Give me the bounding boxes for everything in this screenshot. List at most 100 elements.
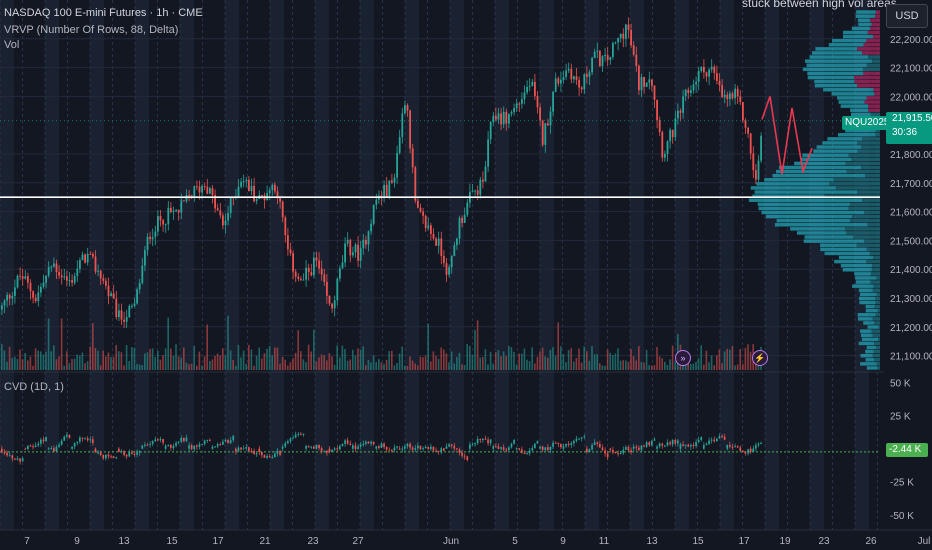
candle-body: [731, 93, 734, 99]
volume-bar: [630, 349, 632, 370]
overlay-drawings[interactable]: [0, 96, 880, 198]
symbol-title[interactable]: NASDAQ 100 E-mini Futures · 1h · CME: [4, 7, 203, 19]
volume-bar: [619, 360, 622, 370]
cvd-body: [695, 441, 697, 447]
profile-row-down: [835, 186, 880, 190]
profile-row-up: [804, 235, 854, 239]
lightning-icon[interactable]: ⚡: [752, 350, 768, 366]
profile-row-down: [857, 141, 880, 145]
cvd-body: [323, 450, 326, 452]
profile-row-down: [864, 100, 880, 104]
cvd-body: [63, 436, 66, 441]
candle-body: [539, 107, 541, 121]
cvd-body: [136, 452, 138, 455]
cvd-body: [632, 446, 635, 449]
volume-indicator-label[interactable]: Vol: [4, 39, 19, 51]
time-tick-label: Jun: [443, 536, 459, 547]
candle-body: [760, 135, 762, 161]
profile-row-down: [874, 341, 880, 346]
volume-bar: [534, 363, 536, 370]
candle-body: [133, 303, 136, 306]
candle-body: [99, 270, 102, 279]
candle-body: [292, 253, 294, 272]
cvd-body: [417, 445, 419, 449]
candle-body: [536, 96, 539, 108]
cvd-body: [333, 448, 336, 450]
cvd-body: [651, 440, 653, 446]
price-axis[interactable]: 22,200.00 22,100.00 22,000.00 21,800.00 21,7…: [884, 0, 932, 550]
time-tick-label: 15: [692, 536, 704, 547]
price-tick-label: 22,100.00: [890, 64, 932, 75]
volume-bar: [638, 346, 640, 370]
cvd-indicator-label[interactable]: CVD (1D, 1): [4, 381, 64, 393]
volume-bar: [214, 356, 216, 370]
cvd-body: [638, 447, 640, 450]
volume-bar: [656, 346, 658, 370]
profile-row-down: [863, 71, 880, 76]
volume-bar: [349, 359, 351, 370]
cvd-body: [53, 448, 55, 452]
volume-bar: [151, 348, 154, 370]
cvd-body: [565, 443, 567, 447]
candle-body: [14, 287, 16, 296]
profile-row-down: [872, 59, 880, 63]
volume-bar: [185, 362, 188, 370]
volume-bar: [146, 352, 149, 370]
volume-bar: [445, 353, 448, 370]
candle-body: [276, 191, 279, 198]
profile-row-up: [858, 22, 872, 27]
volume-bar: [367, 359, 370, 370]
profile-row-down: [846, 169, 880, 174]
volume-bar: [118, 351, 120, 370]
cvd-body: [105, 454, 107, 459]
cvd-body: [172, 445, 175, 448]
volume-bar: [456, 356, 458, 370]
cvd-body: [614, 451, 617, 454]
cvd-body: [55, 446, 58, 452]
candle-body: [201, 186, 203, 193]
profile-row-up: [860, 362, 877, 366]
candle-body: [94, 256, 97, 272]
cvd-body: [149, 444, 151, 446]
profile-row-up: [858, 288, 873, 292]
candle-body: [203, 186, 206, 188]
volume-bar: [651, 365, 653, 370]
cvd-body: [222, 441, 224, 445]
profile-row-down: [854, 75, 880, 80]
cvd-body: [3, 452, 6, 454]
cvd-body: [84, 438, 86, 440]
cvd-body: [622, 449, 625, 454]
profile-row-up: [858, 341, 875, 346]
cvd-body: [144, 444, 146, 446]
candle-body: [697, 70, 700, 82]
candle-body: [453, 245, 456, 257]
time-axis[interactable]: 7 9 13 15 17 21 23 27 Jun 5 9 11 13 15 17 19 23 26 Jul: [0, 529, 932, 550]
cvd-body: [450, 444, 453, 446]
volume-bar: [258, 347, 260, 370]
cvd-body: [201, 443, 203, 445]
chart-canvas[interactable]: 22,200.00 22,100.00 22,000.00 21,800.00 21,7…: [0, 0, 932, 550]
cvd-body: [497, 446, 500, 449]
volume-bar: [253, 365, 255, 370]
profile-row-down: [877, 337, 880, 342]
candle-body: [172, 210, 175, 213]
cvd-body: [367, 441, 370, 444]
cvd-body: [170, 445, 172, 448]
volume-bar: [502, 351, 505, 370]
volume-bar: [466, 344, 468, 370]
vrvp-indicator-label[interactable]: VRVP (Number Of Rows, 88, Delta): [4, 24, 178, 36]
cvd-body: [427, 447, 430, 450]
cvd-body: [133, 453, 136, 455]
candle-body: [237, 186, 240, 197]
candle-body: [474, 190, 476, 192]
profile-row-down: [854, 79, 880, 84]
rewind-icon[interactable]: »: [675, 350, 691, 366]
candle-body: [601, 56, 604, 67]
currency-button[interactable]: USD: [886, 4, 928, 28]
volume-bar: [635, 360, 637, 370]
cvd-body: [227, 440, 229, 444]
cvd-body: [669, 442, 671, 445]
volume-bar: [242, 350, 245, 370]
cvd-body: [188, 445, 190, 449]
volume-bar: [248, 344, 250, 370]
